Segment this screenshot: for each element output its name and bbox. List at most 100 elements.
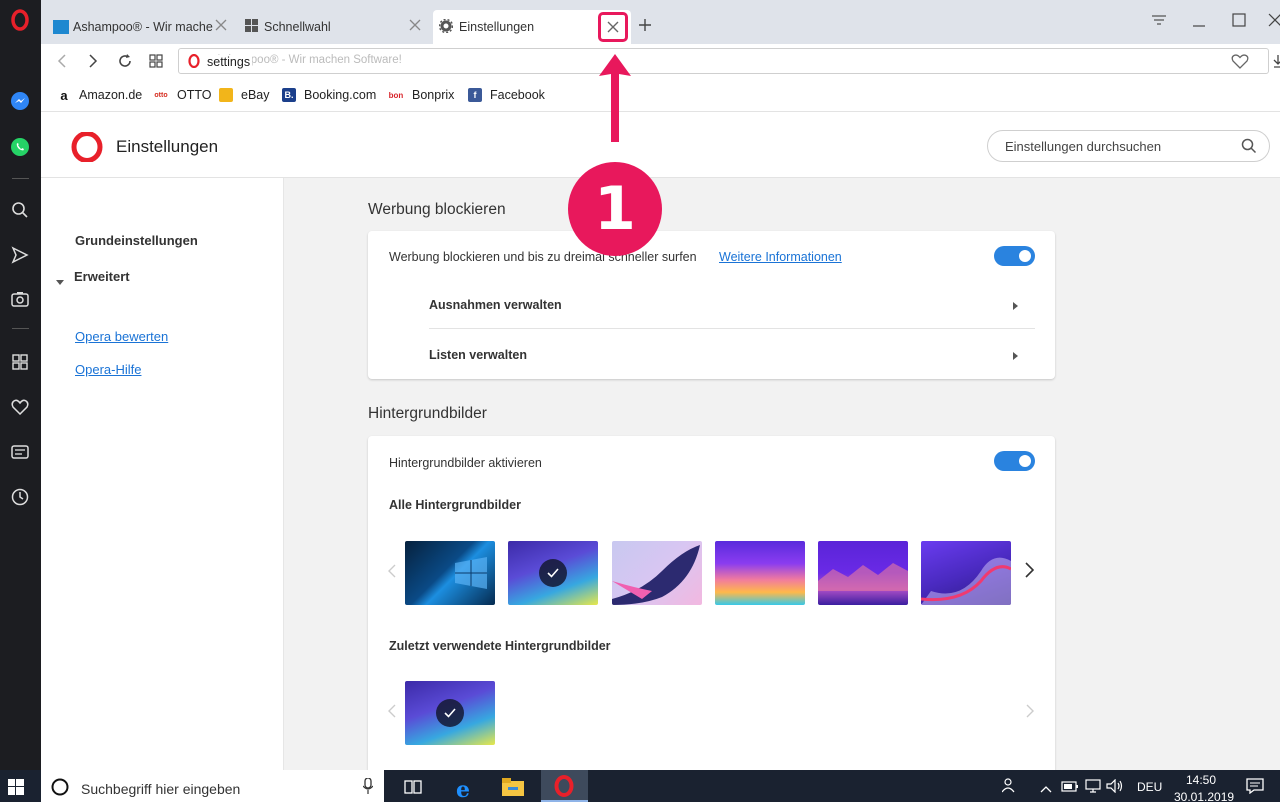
chevron-up-icon[interactable] [1040, 781, 1052, 796]
ashampoo-favicon-icon [53, 20, 69, 34]
bookmark-facebook[interactable]: f Facebook [468, 88, 545, 102]
microphone-icon[interactable] [362, 777, 374, 797]
volume-icon[interactable] [1106, 778, 1124, 796]
bookmark-bonprix[interactable]: bon Bonprix [388, 88, 454, 102]
amazon-icon: a [57, 88, 71, 103]
tab-ashampoo[interactable]: Ashampoo® - Wir machen Software! [47, 10, 237, 44]
heart-icon[interactable] [8, 395, 32, 419]
checkmark-icon [539, 559, 567, 587]
speed-dial-button[interactable] [149, 54, 163, 71]
download-icon[interactable] [1273, 54, 1280, 71]
edge-icon[interactable]: e [456, 777, 470, 802]
bookmark-label: Booking.com [304, 88, 377, 102]
recent-wallpaper-thumb[interactable] [405, 681, 495, 745]
settings-search-input[interactable]: Einstellungen durchsuchen [987, 130, 1270, 162]
bookmark-otto[interactable]: otto OTTO [153, 88, 212, 102]
opera-logo-icon [71, 131, 103, 165]
tab-menu-icon[interactable] [1151, 14, 1167, 31]
clock-date[interactable]: 30.01.2019 [1174, 790, 1234, 802]
tab-label: Einstellungen [459, 20, 535, 34]
close-tab-button-highlighted[interactable] [598, 12, 628, 42]
opera-sidebar [0, 0, 41, 770]
opera-help-link[interactable]: Opera-Hilfe [75, 362, 141, 377]
rate-opera-link[interactable]: Opera bewerten [75, 329, 168, 344]
nav-basic[interactable]: Grundeinstellungen [75, 233, 198, 248]
nav-advanced[interactable]: Erweitert [74, 269, 130, 284]
adblock-toggle[interactable] [994, 246, 1035, 266]
taskbar-search-box[interactable]: Suchbegriff hier eingeben [41, 770, 384, 802]
bookmark-label: Amazon.de [79, 88, 143, 102]
whatsapp-icon[interactable] [8, 135, 32, 159]
close-tab-icon[interactable] [215, 19, 229, 33]
wallpapers-toggle[interactable] [994, 451, 1035, 471]
opera-logo-icon [188, 53, 200, 71]
chevron-right-icon[interactable] [1026, 704, 1034, 721]
chevron-right-icon[interactable] [1013, 299, 1019, 314]
manage-exceptions[interactable]: Ausnahmen verwalten [429, 298, 562, 312]
camera-icon[interactable] [8, 287, 32, 311]
plus-icon [639, 19, 651, 31]
adblock-toggle-label: Werbung blockieren und bis zu dreimal sc… [389, 250, 697, 264]
bookmark-ebay[interactable]: eBay [219, 88, 270, 102]
clock-time[interactable]: 14:50 [1186, 773, 1216, 787]
reload-button[interactable] [117, 53, 133, 72]
taskbar-opera-app[interactable] [541, 770, 588, 802]
settings-header: Einstellungen Einstellungen durchsuchen [41, 113, 1280, 178]
close-tab-icon[interactable] [409, 19, 423, 33]
section-title-wallpapers: Hintergrundbilder [368, 405, 487, 422]
section-title-adblock: Werbung blockieren [368, 201, 506, 218]
bookmark-amazon[interactable]: a Amazon.de [57, 88, 143, 103]
wallpaper-thumb-selected[interactable] [508, 541, 598, 605]
flow-send-icon[interactable] [8, 243, 32, 267]
bookmark-booking[interactable]: B. Booking.com [282, 88, 376, 102]
language-indicator[interactable]: DEU [1137, 780, 1162, 794]
file-explorer-icon[interactable] [502, 778, 524, 799]
minimize-button[interactable] [1192, 14, 1206, 31]
speed-dial-icon[interactable] [8, 350, 32, 374]
search-placeholder: Einstellungen durchsuchen [1005, 139, 1162, 154]
opera-menu-icon[interactable] [8, 8, 32, 32]
windows-start-icon[interactable] [8, 779, 24, 798]
facebook-icon: f [468, 88, 482, 102]
wallpaper-thumb[interactable] [921, 541, 1011, 605]
tab-schnellwahl[interactable]: Schnellwahl [239, 10, 431, 44]
network-icon[interactable] [1084, 779, 1102, 796]
annotation-arrow [597, 52, 633, 144]
maximize-button[interactable] [1232, 13, 1246, 30]
search-icon[interactable] [8, 198, 32, 222]
chevron-left-icon[interactable] [388, 564, 396, 581]
task-view-icon[interactable] [404, 779, 422, 798]
chevron-right-icon[interactable] [1025, 562, 1035, 581]
history-icon[interactable] [8, 485, 32, 509]
news-icon[interactable] [8, 440, 32, 464]
page-title: Einstellungen [116, 137, 219, 156]
adblock-card: Werbung blockieren und bis zu dreimal sc… [368, 231, 1055, 379]
notification-icon[interactable] [1246, 778, 1264, 797]
wallpaper-thumb[interactable] [405, 541, 495, 605]
bookmark-heart-icon[interactable] [1231, 54, 1249, 72]
wallpaper-thumb[interactable] [715, 541, 805, 605]
address-bar[interactable]: Ashampoo® - Wir machen Software! setting… [178, 48, 1269, 74]
wallpaper-thumb[interactable] [818, 541, 908, 605]
manage-lists[interactable]: Listen verwalten [429, 348, 527, 362]
checkmark-icon [436, 699, 464, 727]
tab-bar: Ashampoo® - Wir machen Software! Schnell… [41, 0, 1280, 44]
more-info-link[interactable]: Weitere Informationen [719, 250, 842, 264]
close-window-button[interactable] [1268, 13, 1280, 30]
taskbar-search-placeholder: Suchbegriff hier eingeben [81, 781, 241, 797]
messenger-icon[interactable] [8, 89, 32, 113]
battery-icon[interactable] [1061, 779, 1079, 796]
otto-icon: otto [153, 88, 169, 102]
bookmark-label: OTTO [177, 88, 212, 102]
recent-wallpapers-label: Zuletzt verwendete Hintergrundbilder [389, 639, 611, 653]
wallpaper-thumb[interactable] [612, 541, 702, 605]
back-button[interactable] [57, 54, 67, 71]
all-wallpapers-label: Alle Hintergrundbilder [389, 498, 521, 512]
triangle-down-icon [56, 274, 64, 289]
speed-dial-icon [245, 19, 258, 35]
chevron-right-icon[interactable] [1013, 349, 1019, 364]
forward-button[interactable] [88, 54, 98, 71]
new-tab-button[interactable] [637, 17, 653, 33]
people-icon[interactable] [1001, 777, 1018, 796]
chevron-left-icon[interactable] [388, 704, 396, 721]
